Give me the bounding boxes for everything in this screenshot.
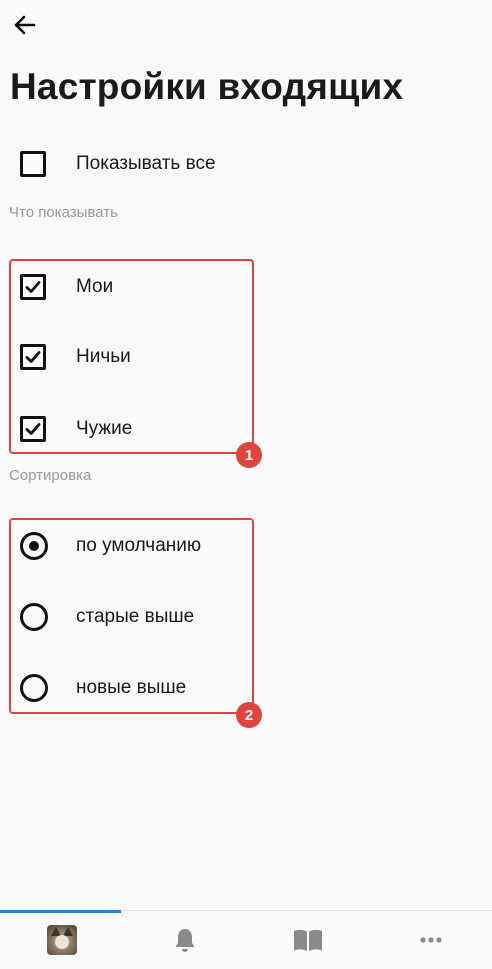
- nav-tab-profile[interactable]: [0, 911, 123, 969]
- bell-icon: [175, 929, 194, 952]
- highlight-box-what-to-show: [9, 259, 254, 454]
- highlight-box-sorting: [9, 518, 254, 714]
- avatar-icon: [46, 925, 77, 955]
- back-button[interactable]: [10, 10, 40, 40]
- what-to-show-section-label: Что показывать: [9, 204, 118, 221]
- show-all-label: Показывать все: [76, 153, 216, 174]
- sorting-section-label: Сортировка: [9, 467, 92, 484]
- nav-tab-more[interactable]: [369, 911, 492, 969]
- annotation-badge-1: 1: [236, 442, 262, 468]
- show-all-checkbox-row[interactable]: Показывать все: [20, 147, 216, 181]
- bottom-navigation: [0, 910, 492, 969]
- arrow-left-icon: [14, 15, 36, 35]
- show-all-checkbox[interactable]: [20, 151, 46, 177]
- nav-tab-library[interactable]: [246, 911, 369, 969]
- annotation-badge-2: 2: [236, 702, 262, 728]
- more-dots-icon: [419, 937, 442, 943]
- nav-tab-notifications[interactable]: [123, 911, 246, 969]
- book-icon: [293, 929, 322, 951]
- page-title: Настройки входящих: [10, 66, 404, 107]
